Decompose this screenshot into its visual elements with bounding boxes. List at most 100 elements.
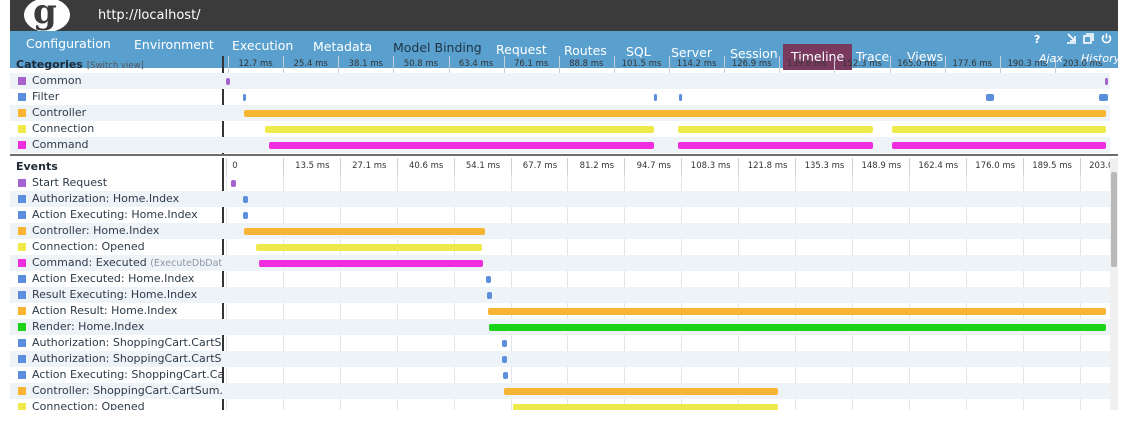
category-bar[interactable] (226, 78, 231, 85)
category-bar[interactable] (986, 94, 995, 101)
event-row[interactable]: Authorization: ShoppingCart.CartSu... (10, 351, 1110, 367)
event-bar[interactable] (502, 372, 508, 379)
event-tick-label: 176.0 ms (965, 158, 1024, 175)
category-bar[interactable] (677, 126, 873, 133)
category-bar[interactable] (265, 126, 655, 133)
event-label: Connection: Opened (10, 239, 222, 255)
category-tick-label: 88.8 ms (558, 56, 613, 73)
event-name: Command: Executed (32, 256, 147, 269)
category-name: Common (32, 74, 82, 87)
event-row[interactable]: Start Request (10, 175, 1110, 191)
category-bar[interactable] (1099, 94, 1108, 101)
category-bar[interactable] (653, 94, 658, 101)
event-swatch (18, 243, 26, 251)
category-bar[interactable] (1104, 78, 1108, 85)
event-tick-label: 40.6 ms (396, 158, 455, 175)
event-row[interactable]: Authorization: Home.Index (10, 191, 1110, 207)
event-name: Connection: Opened (32, 240, 145, 253)
event-row[interactable]: Controller: Home.Index (10, 223, 1110, 239)
category-swatch (18, 125, 26, 133)
category-tick-label: 12.7 ms (228, 56, 282, 73)
event-bar[interactable] (243, 212, 249, 219)
event-bar[interactable] (244, 228, 485, 235)
event-bar[interactable] (255, 244, 483, 251)
category-bar[interactable] (269, 142, 654, 149)
event-bar[interactable] (487, 308, 1106, 315)
event-tick-label: 81.2 ms (567, 158, 625, 175)
event-label: Start Request (10, 175, 222, 191)
events-scrollbar-thumb[interactable] (1111, 172, 1117, 267)
popout-icon[interactable] (1066, 33, 1077, 47)
category-bar[interactable] (892, 126, 1106, 133)
event-bar[interactable] (487, 292, 493, 299)
restore-icon[interactable] (1083, 33, 1094, 47)
category-tick-label: 25.4 ms (283, 56, 337, 73)
category-tick-label: 203.0 ms (1054, 56, 1109, 73)
title-bar: g http://localhost/ (10, 0, 1118, 32)
event-bar[interactable] (504, 388, 778, 395)
category-name: Controller (32, 106, 87, 119)
event-swatch (18, 195, 26, 203)
category-tick-label: 190.3 ms (999, 56, 1054, 73)
category-label: Filter (10, 89, 222, 105)
category-bar[interactable] (892, 142, 1106, 149)
help-icon[interactable]: ? (1034, 33, 1040, 46)
power-icon[interactable] (1101, 33, 1112, 47)
category-tick-label: 126.9 ms (724, 56, 778, 73)
event-row[interactable]: Action Executed: Home.Index (10, 271, 1110, 287)
event-bar[interactable] (512, 404, 778, 410)
event-swatch (18, 211, 26, 219)
event-tick-label: 108.3 ms (681, 158, 739, 175)
event-row[interactable]: Connection: Opened (10, 239, 1110, 255)
event-bar[interactable] (258, 260, 484, 267)
category-tick-label: 114.2 ms (669, 56, 723, 73)
category-bar[interactable] (678, 94, 683, 101)
tab-environment[interactable]: Environment (126, 32, 222, 58)
event-label: Authorization: ShoppingCart.CartSu... (10, 335, 222, 351)
category-bar[interactable] (244, 110, 1106, 117)
category-tick-label: 101.5 ms (613, 56, 668, 73)
event-row[interactable]: Authorization: ShoppingCart.CartSu... (10, 335, 1110, 351)
event-name: Action Result: Home.Index (32, 304, 178, 317)
event-label: Authorization: ShoppingCart.CartSu... (10, 351, 222, 367)
categories-title: Categories (16, 58, 83, 71)
category-row-common[interactable]: Common (10, 73, 1110, 89)
category-tick-label: 63.4 ms (448, 56, 503, 73)
event-name: Render: Home.Index (32, 320, 145, 333)
event-label: Result Executing: Home.Index (10, 287, 222, 303)
event-label: Controller: Home.Index (10, 223, 222, 239)
event-label: Authorization: Home.Index (10, 191, 222, 207)
event-row[interactable]: Action Executing: ShoppingCart.Car... (10, 367, 1110, 383)
events-title: Events (16, 160, 58, 173)
event-row[interactable]: Command: Executed (ExecuteDbData... (10, 255, 1110, 271)
event-bar[interactable] (231, 180, 237, 187)
event-row[interactable]: Result Executing: Home.Index (10, 287, 1110, 303)
event-bar[interactable] (501, 340, 507, 347)
event-swatch (18, 355, 26, 363)
event-swatch (18, 371, 26, 379)
tab-configuration[interactable]: Configuration (18, 31, 119, 57)
event-label: Render: Home.Index (10, 319, 222, 335)
event-swatch (18, 179, 26, 187)
event-swatch (18, 291, 26, 299)
category-row-filter[interactable]: Filter (10, 89, 1110, 105)
category-swatch (18, 77, 26, 85)
category-name: Filter (32, 90, 60, 103)
category-bar[interactable] (242, 94, 246, 101)
category-label: Command (10, 137, 222, 153)
category-name: Command (32, 138, 89, 151)
event-swatch (18, 227, 26, 235)
event-row[interactable]: Action Executing: Home.Index (10, 207, 1110, 223)
event-bar[interactable] (486, 276, 492, 283)
category-bar[interactable] (677, 142, 873, 149)
event-bar[interactable] (489, 324, 1106, 331)
switch-view-link[interactable]: [Switch view] (87, 61, 144, 71)
event-swatch (18, 339, 26, 347)
event-swatch (18, 307, 26, 315)
event-bar[interactable] (502, 356, 508, 363)
glimpse-logo[interactable]: g (24, 0, 70, 32)
event-label: Action Executing: ShoppingCart.Car... (10, 367, 222, 383)
event-tick-label: 135.3 ms (795, 158, 853, 175)
event-bar[interactable] (242, 196, 248, 203)
event-name: Result Executing: Home.Index (32, 288, 198, 301)
